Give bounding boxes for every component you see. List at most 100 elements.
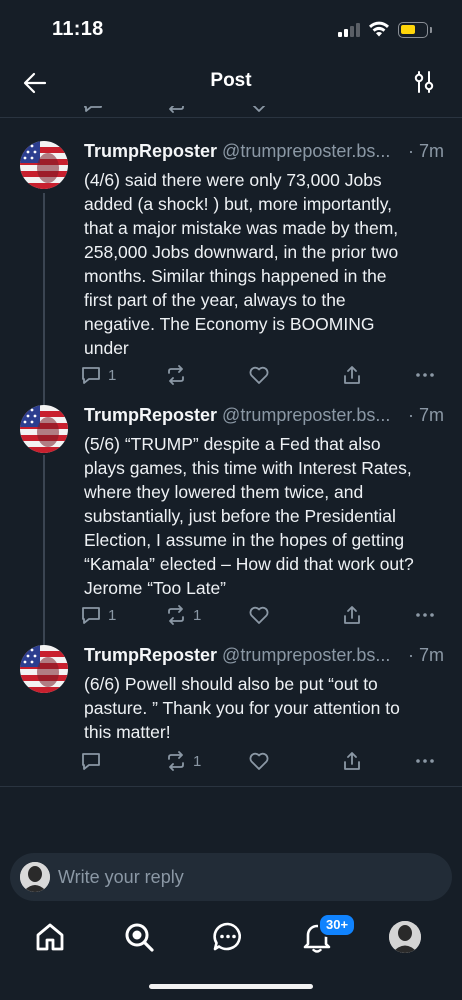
avatar[interactable]: [20, 645, 68, 693]
post-actions: 1 1: [80, 602, 446, 628]
header-divider: [0, 117, 462, 118]
search-icon[interactable]: [122, 920, 156, 954]
avatar-image: [20, 862, 50, 892]
post-time: · 7m: [404, 645, 444, 666]
post-text-line: this matter!: [84, 722, 171, 742]
signal-icon: [338, 23, 362, 37]
reply-icon: [82, 367, 100, 384]
notifications-badge: 30+: [318, 913, 357, 937]
post-text-line: plays games, this time with Interest Rat…: [84, 458, 412, 478]
post-text-line: under: [84, 338, 129, 358]
ellipsis-icon: [416, 759, 434, 763]
avatar-image: [389, 921, 421, 953]
post-text-line: “Kamala” elected – How did that work out…: [84, 554, 414, 574]
post-text-line: negative. The Economy is BOOMING: [84, 314, 375, 334]
more-options-button[interactable]: [414, 362, 436, 388]
share-icon: [344, 752, 360, 770]
like-button[interactable]: [248, 362, 276, 388]
reply-input[interactable]: Write your reply: [58, 867, 184, 888]
post-header: Post: [0, 60, 462, 106]
post-text: (6/6) Powell should also be put “out to …: [84, 672, 444, 744]
battery-icon: [398, 22, 428, 38]
reply-count: 1: [108, 366, 117, 384]
post-text-line: Election, I assume in the hopes of getti…: [84, 530, 405, 550]
like-button[interactable]: [248, 748, 276, 774]
handle[interactable]: @trumpreposter.bs...: [222, 405, 390, 425]
post-text-line: (5/6) “TRUMP” despite a Fed that also: [84, 434, 381, 454]
post-text-line: substantially, just before the President…: [84, 506, 396, 526]
post-text-line: 258,000 Jobs downward, in the prior two: [84, 242, 399, 262]
post-text-line: Jerome “Too Late”: [84, 578, 227, 598]
heart-icon: [252, 106, 266, 112]
display-name[interactable]: TrumpReposter: [84, 405, 217, 425]
chat-icon[interactable]: [211, 920, 245, 954]
post-time: · 7m: [404, 141, 444, 162]
ellipsis-icon: [416, 373, 434, 377]
post-actions: 1: [80, 362, 446, 388]
more-options-button[interactable]: [414, 602, 436, 628]
post-text-line: pasture. ” Thank you for your attention …: [84, 698, 400, 718]
ellipsis-icon: [416, 613, 434, 617]
home-indicator[interactable]: [149, 984, 313, 989]
battery-level: [401, 25, 415, 34]
display-name[interactable]: TrumpReposter: [84, 141, 217, 161]
post-text: (4/6) said there were only 73,000 Jobs a…: [84, 168, 444, 360]
repost-count: 1: [193, 606, 202, 624]
my-avatar: [20, 862, 50, 892]
thread-end-divider: [0, 786, 462, 787]
reply-icon: [82, 607, 100, 624]
profile-avatar[interactable]: [389, 921, 421, 953]
post-text-line: where they lowered them twice, and: [84, 482, 364, 502]
home-icon[interactable]: [33, 920, 67, 954]
repost-icon: [168, 751, 184, 771]
reply-icon: [84, 106, 102, 112]
post-text-line: (4/6) said there were only 73,000 Jobs: [84, 170, 382, 190]
repost-icon: [168, 365, 184, 385]
share-icon: [344, 606, 360, 624]
post-time: · 7m: [404, 405, 444, 426]
flag-avatar-image: [20, 405, 68, 453]
share-button[interactable]: [341, 362, 363, 388]
handle[interactable]: @trumpreposter.bs...: [222, 645, 390, 665]
post-text-line: that a major mistake was made by them,: [84, 218, 399, 238]
repost-count: 1: [193, 752, 202, 770]
repost-button[interactable]: [165, 362, 193, 388]
like-button[interactable]: [248, 602, 276, 628]
flag-avatar-image: [20, 141, 68, 189]
post-text-line: months. Similar things happened in the: [84, 266, 387, 286]
avatar[interactable]: [20, 141, 68, 189]
reply-icon: [82, 753, 100, 770]
reply-button[interactable]: 1: [80, 362, 116, 388]
post-text: (5/6) “TRUMP” despite a Fed that also pl…: [84, 432, 444, 600]
share-icon: [344, 366, 360, 384]
repost-icon: [168, 605, 184, 625]
flag-avatar-image: [20, 645, 68, 693]
status-bar: 11:18: [0, 0, 462, 60]
avatar[interactable]: [20, 405, 68, 453]
post-text-line: (6/6) Powell should also be put “out to: [84, 674, 378, 694]
reply-button[interactable]: [80, 748, 108, 774]
share-button[interactable]: [341, 748, 363, 774]
reply-button[interactable]: 1: [80, 602, 116, 628]
heart-icon: [249, 752, 269, 770]
handle[interactable]: @trumpreposter.bs...: [222, 141, 390, 161]
reply-composer[interactable]: Write your reply: [10, 853, 452, 901]
repost-icon: [169, 106, 184, 113]
status-time: 11:18: [52, 18, 104, 40]
post-text-line: added (a shock! ) but, more importantly,: [84, 194, 393, 214]
more-options-button[interactable]: [414, 748, 436, 774]
wifi-icon: [369, 21, 389, 37]
share-button[interactable]: [341, 602, 363, 628]
sliders-icon[interactable]: [411, 69, 437, 95]
repost-button[interactable]: 1: [165, 602, 201, 628]
display-name[interactable]: TrumpReposter: [84, 645, 217, 665]
post-header-row: TrumpReposter @trumpreposter.bs... · 7m: [84, 645, 444, 669]
page-title: Post: [210, 70, 252, 91]
repost-button[interactable]: 1: [165, 748, 201, 774]
post-actions: 1: [80, 748, 446, 774]
heart-icon: [249, 366, 269, 384]
thread-connector: [43, 193, 45, 405]
thread-connector: [43, 455, 45, 645]
post-header-row: TrumpReposter @trumpreposter.bs... · 7m: [84, 405, 444, 429]
reply-count: 1: [108, 606, 117, 624]
